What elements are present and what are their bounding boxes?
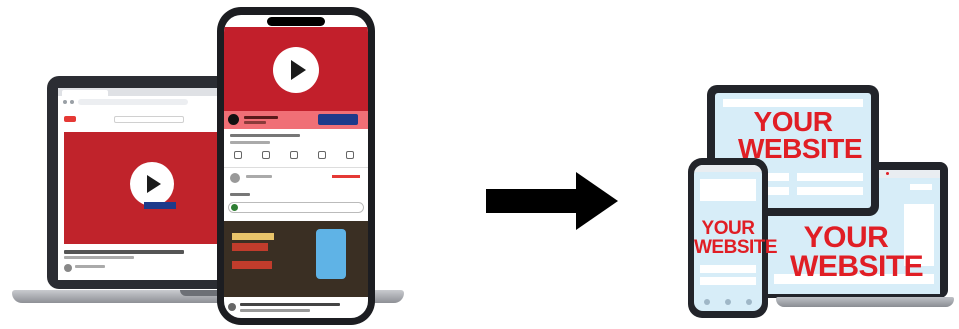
- arrow-head: [576, 172, 618, 230]
- share-icon: [290, 151, 298, 159]
- video-title-line: [230, 134, 300, 137]
- channel-name-line: [244, 116, 278, 119]
- laptop-screen: [58, 88, 224, 280]
- channel-avatar: [230, 173, 240, 183]
- divider: [224, 167, 368, 168]
- video-caption-tag: [144, 202, 176, 209]
- play-icon: [273, 47, 319, 93]
- related-title-line: [240, 303, 340, 306]
- related-meta-line: [240, 309, 310, 312]
- phone-text-line-1: YOUR: [701, 218, 755, 239]
- content-block: [797, 173, 863, 181]
- channel-name-line: [246, 175, 272, 178]
- back-icon: [63, 100, 67, 104]
- content-block: [797, 187, 863, 195]
- subscriber-count-line: [244, 121, 266, 124]
- laptop-your-website-text: YOUR WEBSITE: [790, 221, 924, 284]
- phone-dynamic-island: [267, 17, 325, 26]
- subscribe-link: [332, 175, 360, 178]
- channel-avatar: [64, 264, 72, 272]
- video-title-line: [64, 250, 184, 254]
- nav-block: [910, 184, 932, 190]
- browser-close-icon: [886, 172, 889, 175]
- header-block: [700, 179, 756, 201]
- subscribe-button: [318, 114, 358, 125]
- user-avatar: [231, 204, 238, 211]
- content-block: [700, 277, 756, 285]
- thumbnail-label: [232, 243, 268, 251]
- thumbnail-title-tag: [232, 233, 274, 240]
- channel-name-line: [75, 265, 105, 268]
- menu-icon: [746, 299, 752, 305]
- download-icon: [318, 151, 326, 159]
- arrow-shaft: [486, 189, 578, 213]
- tablet-text-line-1: YOUR: [753, 106, 833, 137]
- video-site-logo: [64, 116, 76, 122]
- phone-your-website-text: YOUR WEBSITE: [694, 218, 778, 258]
- channel-avatar: [228, 303, 236, 311]
- status-bar: [694, 165, 762, 172]
- comments-label-line: [230, 193, 250, 196]
- laptop-text-line-2: WEBSITE: [790, 250, 924, 284]
- video-meta-line: [64, 256, 134, 259]
- address-bar: [78, 99, 188, 105]
- comment-input: [228, 202, 364, 213]
- channel-avatar: [228, 114, 239, 125]
- search-box: [114, 116, 184, 123]
- laptop-base: [776, 297, 954, 307]
- play-icon: [130, 162, 174, 206]
- laptop-text-line-1: YOUR: [803, 221, 889, 254]
- save-icon: [346, 151, 354, 159]
- tablet-your-website-text: YOUR WEBSITE: [738, 106, 863, 163]
- video-meta-line: [230, 141, 270, 144]
- browser-tab: [62, 90, 108, 96]
- content-block: [700, 265, 756, 273]
- phone-screen: [224, 15, 368, 318]
- phone-text-line-2: WEBSITE: [694, 236, 778, 258]
- forward-icon: [70, 100, 74, 104]
- home-icon: [725, 299, 731, 305]
- like-icon: [234, 151, 242, 159]
- nav-icon: [704, 299, 710, 305]
- thumbnail-label: [232, 261, 272, 269]
- dislike-icon: [262, 151, 270, 159]
- thumbnail-figure: [316, 229, 346, 279]
